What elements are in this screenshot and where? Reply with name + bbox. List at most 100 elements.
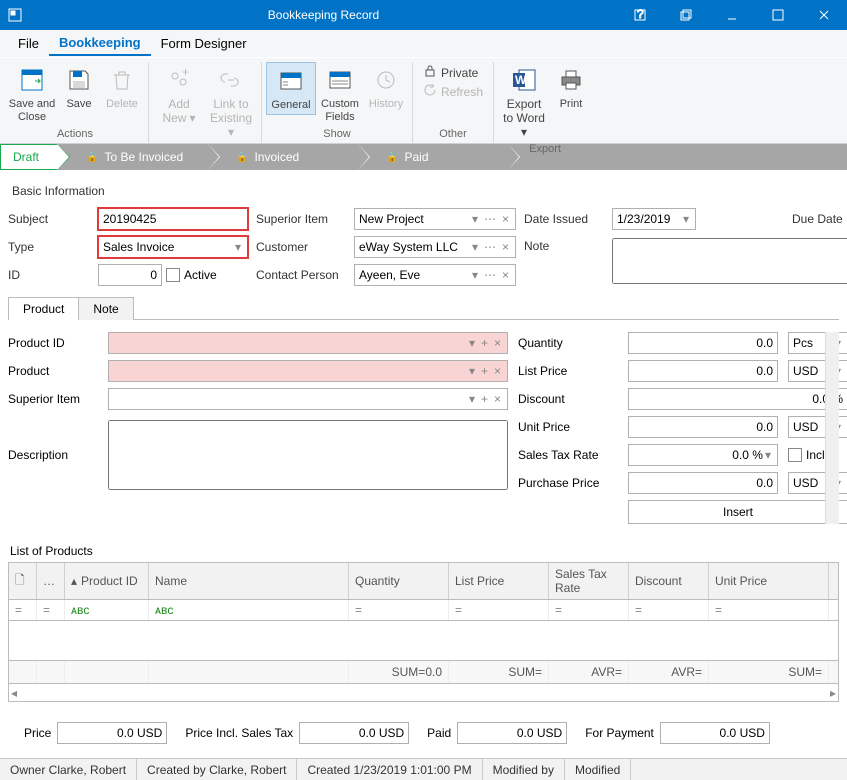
save-and-close-button[interactable]: Save and Close — [6, 62, 58, 125]
filter-cell[interactable]: = — [549, 600, 629, 620]
dropdown-icon[interactable]: ▾ — [681, 212, 691, 226]
dropdown-icon[interactable]: ▾ — [233, 240, 243, 254]
col-discount[interactable]: Discount — [629, 563, 709, 599]
superior-item-combo2[interactable]: ▾+× — [108, 388, 508, 410]
price-input[interactable] — [57, 722, 167, 744]
help-button[interactable]: ? — [617, 0, 663, 30]
purchase-price-input[interactable] — [628, 472, 778, 494]
active-checkbox[interactable] — [166, 268, 180, 282]
step-draft[interactable]: Draft — [0, 144, 58, 170]
incl-checkbox[interactable] — [788, 448, 802, 462]
paid-input[interactable] — [457, 722, 567, 744]
refresh-icon — [423, 83, 437, 100]
dropdown-icon[interactable]: ▾ — [470, 268, 480, 282]
dropdown-icon[interactable]: ▾ — [470, 240, 480, 254]
vertical-scrollbar[interactable] — [825, 332, 839, 524]
step-to-be-invoiced[interactable]: 🔒To Be Invoiced — [58, 144, 208, 170]
close-button[interactable] — [801, 0, 847, 30]
filter-cell[interactable]: = — [9, 600, 37, 620]
col-product-id[interactable]: ▴Product ID — [65, 563, 149, 599]
col-quantity[interactable]: Quantity — [349, 563, 449, 599]
filter-cell[interactable]: = — [349, 600, 449, 620]
dropdown-icon[interactable]: ▾ — [763, 448, 773, 462]
history-button[interactable]: History — [364, 62, 408, 113]
menu-bookkeeping[interactable]: Bookkeeping — [49, 31, 151, 56]
scroll-right-icon[interactable]: ▸ — [830, 686, 836, 700]
col-sales-tax[interactable]: Sales Tax Rate — [549, 563, 629, 599]
link-existing-button[interactable]: Link to Existing ▾ — [205, 62, 257, 141]
clear-icon[interactable]: × — [500, 240, 511, 254]
dropdown-icon[interactable]: ▾ — [467, 392, 477, 406]
add-icon[interactable]: + — [479, 336, 490, 350]
clear-icon[interactable]: × — [500, 268, 511, 282]
export-word-button[interactable]: W Export to Word ▾ — [498, 62, 550, 141]
quantity-input[interactable] — [628, 332, 778, 354]
price-incl-label: Price Incl. Sales Tax — [185, 726, 293, 740]
table-body — [8, 621, 839, 661]
add-icon[interactable]: + — [479, 364, 490, 378]
note-textarea[interactable] — [612, 238, 847, 284]
tab-product[interactable]: Product — [8, 297, 79, 320]
product-form: Product ID ▾+× Quantity Pcs▾ Product ▾+×… — [8, 332, 839, 524]
superior-item-combo[interactable]: New Project▾⋯× — [354, 208, 516, 230]
for-payment-input[interactable] — [660, 722, 770, 744]
dropdown-icon[interactable]: ▾ — [467, 364, 477, 378]
scroll-left-icon[interactable]: ◂ — [11, 686, 17, 700]
unit-price-input[interactable] — [628, 416, 778, 438]
filter-cell[interactable]: = — [37, 600, 65, 620]
discount-input[interactable] — [628, 388, 847, 410]
type-combo[interactable]: Sales Invoice▾ — [98, 236, 248, 258]
clear-icon[interactable]: × — [492, 364, 503, 378]
add-icon[interactable]: + — [479, 392, 490, 406]
customer-combo[interactable]: eWay System LLC▾⋯× — [354, 236, 516, 258]
dropdown-icon[interactable]: ▾ — [470, 212, 480, 226]
product-id-combo[interactable]: ▾+× — [108, 332, 508, 354]
clear-icon[interactable]: × — [492, 392, 503, 406]
list-price-input[interactable] — [628, 360, 778, 382]
purchase-price-label: Purchase Price — [518, 476, 618, 490]
id-input[interactable] — [98, 264, 162, 286]
tab-note[interactable]: Note — [78, 297, 133, 320]
more-icon[interactable]: ⋯ — [482, 268, 498, 282]
refresh-button[interactable]: Refresh — [423, 83, 483, 100]
filter-cell[interactable]: = — [449, 600, 549, 620]
menu-file[interactable]: File — [8, 32, 49, 55]
step-invoiced[interactable]: 🔒Invoiced — [208, 144, 358, 170]
contact-combo[interactable]: Ayeen, Eve▾⋯× — [354, 264, 516, 286]
clear-icon[interactable]: × — [500, 212, 511, 226]
restore-size-button[interactable] — [663, 0, 709, 30]
clear-icon[interactable]: × — [492, 336, 503, 350]
product-combo[interactable]: ▾+× — [108, 360, 508, 382]
description-textarea[interactable] — [108, 420, 508, 490]
more-icon[interactable]: ⋯ — [482, 240, 498, 254]
col-selector[interactable]: 🗋 — [9, 563, 37, 599]
custom-fields-button[interactable]: Custom Fields — [316, 62, 364, 125]
col-name[interactable]: Name — [149, 563, 349, 599]
price-incl-input[interactable] — [299, 722, 409, 744]
menu-form-designer[interactable]: Form Designer — [151, 32, 257, 55]
date-issued-input[interactable]: 1/23/2019▾ — [612, 208, 696, 230]
filter-cell[interactable]: = — [709, 600, 829, 620]
private-toggle[interactable]: Private — [423, 64, 483, 81]
subject-input[interactable] — [98, 208, 248, 230]
insert-button[interactable]: Insert — [628, 500, 847, 524]
minimize-button[interactable] — [709, 0, 755, 30]
more-icon[interactable]: ⋯ — [482, 212, 498, 226]
general-button[interactable]: General — [266, 62, 316, 115]
step-paid[interactable]: 🔒Paid — [358, 144, 508, 170]
col-list-price[interactable]: List Price — [449, 563, 549, 599]
horizontal-scrollbar[interactable]: ◂ ▸ — [8, 684, 839, 702]
filter-cell[interactable]: ᴀʙᴄ — [149, 600, 349, 620]
print-button[interactable]: Print — [550, 62, 592, 113]
filter-cell[interactable]: = — [629, 600, 709, 620]
col-blank[interactable]: … — [37, 563, 65, 599]
maximize-button[interactable] — [755, 0, 801, 30]
filter-cell[interactable]: ᴀʙᴄ — [65, 600, 149, 620]
add-new-button[interactable]: + Add New ▾ — [153, 62, 205, 128]
col-unit-price[interactable]: Unit Price — [709, 563, 829, 599]
dropdown-icon[interactable]: ▾ — [467, 336, 477, 350]
ribbon-group-show: Show — [266, 126, 408, 143]
sales-tax-rate-input[interactable]: 0.0 %▾ — [628, 444, 778, 466]
save-button[interactable]: Save — [58, 62, 100, 113]
delete-button[interactable]: Delete — [100, 62, 144, 113]
